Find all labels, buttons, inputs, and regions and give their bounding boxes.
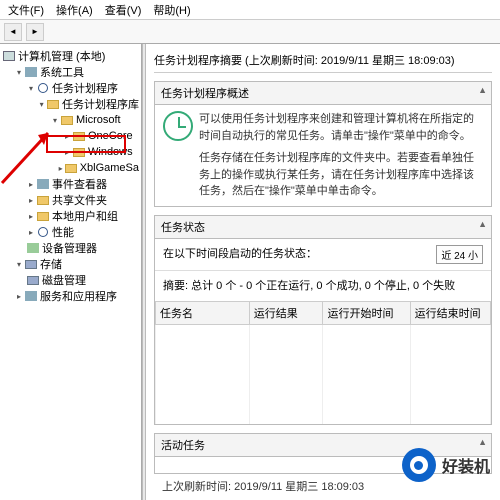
- folder-icon: [72, 146, 86, 158]
- disk-icon: [26, 274, 40, 286]
- folder-icon: [60, 114, 74, 126]
- menu-help[interactable]: 帮助(H): [153, 2, 190, 18]
- tools-icon: [24, 66, 38, 78]
- collapse-icon[interactable]: ▲: [478, 437, 487, 447]
- expand-icon[interactable]: ▸: [26, 228, 36, 237]
- clock-big-icon: [163, 111, 193, 141]
- watermark-text: 好装机: [442, 453, 490, 477]
- tree-system-tools[interactable]: ▾系统工具: [2, 64, 139, 80]
- tree-performance[interactable]: ▸性能: [2, 224, 139, 240]
- expand-icon[interactable]: ▸: [56, 164, 65, 173]
- tree-event-viewer[interactable]: ▸事件查看器: [2, 176, 139, 192]
- menu-action[interactable]: 操作(A): [56, 2, 93, 18]
- watermark: 好装机: [402, 448, 490, 482]
- col-start-time[interactable]: 运行开始时间: [323, 301, 410, 324]
- perf-icon: [36, 226, 50, 238]
- users-icon: [36, 210, 50, 222]
- col-run-result[interactable]: 运行结果: [249, 301, 323, 324]
- expand-icon[interactable]: ▾: [37, 100, 47, 109]
- tree-device-manager[interactable]: 设备管理器: [2, 240, 139, 256]
- folder-icon: [72, 130, 86, 142]
- expand-icon[interactable]: ▸: [62, 132, 72, 141]
- table-row-empty: [156, 324, 491, 424]
- tree-storage[interactable]: ▾存储: [2, 256, 139, 272]
- status-section: 任务状态▲ 在以下时间段启动的任务状态： 近 24 小 摘要: 总计 0 个 -…: [154, 215, 492, 426]
- toolbar: ◄ ►: [0, 20, 500, 44]
- menu-file[interactable]: 文件(F): [8, 2, 44, 18]
- svc-icon: [24, 290, 38, 302]
- expand-icon[interactable]: ▾: [50, 116, 60, 125]
- tree-shared-folders[interactable]: ▸共享文件夹: [2, 192, 139, 208]
- tree-local-users[interactable]: ▸本地用户和组: [2, 208, 139, 224]
- status-header[interactable]: 任务状态▲: [155, 216, 491, 239]
- toolbar-fwd[interactable]: ►: [26, 23, 44, 41]
- toolbar-back[interactable]: ◄: [4, 23, 22, 41]
- overview-text-2: 任务存储在任务计划程序库的文件夹中。若要查看单独任务上的操作或执行某任务，请在任…: [199, 150, 483, 200]
- expand-icon[interactable]: ▾: [26, 84, 36, 93]
- overview-text-1: 可以使用任务计划程序来创建和管理计算机将在所指定的时间自动执行的常见任务。请单击…: [199, 111, 483, 144]
- expand-icon[interactable]: ▾: [14, 68, 24, 77]
- collapse-icon[interactable]: ▲: [478, 85, 487, 95]
- expand-icon[interactable]: ▸: [26, 212, 36, 221]
- tree-onecore[interactable]: ▸OneCore: [2, 128, 139, 144]
- menubar: 文件(F) 操作(A) 查看(V) 帮助(H): [0, 0, 500, 20]
- storage-icon: [24, 258, 38, 270]
- status-summary: 摘要: 总计 0 个 - 0 个正在运行, 0 个成功, 0 个停止, 0 个失…: [155, 271, 491, 299]
- folder-icon: [46, 98, 60, 110]
- event-icon: [36, 178, 50, 190]
- tree-windows[interactable]: ▸Windows: [2, 144, 139, 160]
- tree-panel: 计算机管理 (本地) ▾系统工具 ▾任务计划程序 ▾任务计划程序库 ▾Micro…: [0, 44, 142, 500]
- clock-icon: [36, 82, 50, 94]
- tree-task-scheduler[interactable]: ▾任务计划程序: [2, 80, 139, 96]
- expand-icon[interactable]: ▸: [62, 148, 72, 157]
- summary-title: 任务计划程序摘要 (上次刷新时间: 2019/9/11 星期三 18:09:03…: [154, 50, 492, 73]
- task-table: 任务名 运行结果 运行开始时间 运行结束时间: [155, 301, 491, 425]
- watermark-logo: [402, 448, 436, 482]
- expand-icon[interactable]: ▸: [26, 196, 36, 205]
- expand-icon[interactable]: ▸: [26, 180, 36, 189]
- overview-header[interactable]: 任务计划程序概述▲: [155, 82, 491, 105]
- expand-icon[interactable]: ▸: [14, 292, 24, 301]
- status-filter-dropdown[interactable]: 近 24 小: [436, 245, 483, 264]
- tree-microsoft[interactable]: ▾Microsoft: [2, 112, 139, 128]
- menu-view[interactable]: 查看(V): [105, 2, 142, 18]
- col-task-name[interactable]: 任务名: [156, 301, 250, 324]
- tree-xblgamesa[interactable]: ▸XblGameSa: [2, 160, 139, 176]
- tree-disk-mgmt[interactable]: 磁盘管理: [2, 272, 139, 288]
- tree-services-apps[interactable]: ▸服务和应用程序: [2, 288, 139, 304]
- col-end-time[interactable]: 运行结束时间: [410, 301, 490, 324]
- expand-icon[interactable]: ▾: [14, 260, 24, 269]
- tree-root[interactable]: 计算机管理 (本地): [2, 48, 139, 64]
- status-label: 在以下时间段启动的任务状态：: [163, 245, 317, 264]
- folder-icon: [65, 162, 78, 174]
- dev-icon: [26, 242, 40, 254]
- pc-icon: [2, 50, 16, 62]
- overview-section: 任务计划程序概述▲ 可以使用任务计划程序来创建和管理计算机将在所指定的时间自动执…: [154, 81, 492, 207]
- content-panel: 任务计划程序摘要 (上次刷新时间: 2019/9/11 星期三 18:09:03…: [146, 44, 500, 500]
- shared-icon: [36, 194, 50, 206]
- tree-task-scheduler-lib[interactable]: ▾任务计划程序库: [2, 96, 139, 112]
- collapse-icon[interactable]: ▲: [478, 219, 487, 229]
